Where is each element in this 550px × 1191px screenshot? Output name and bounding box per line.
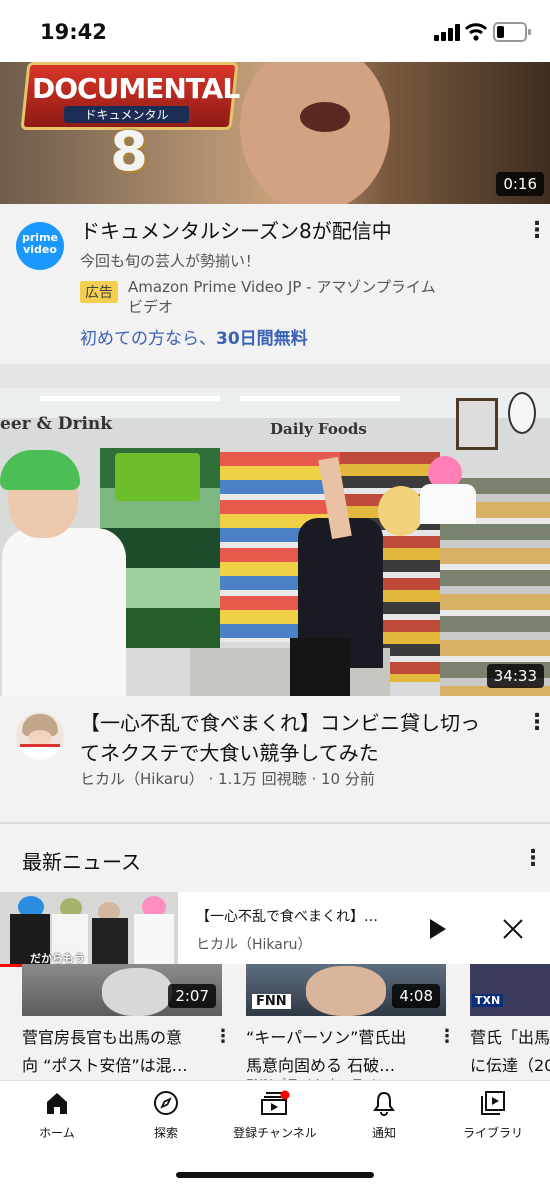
news-title-3-line1[interactable]: 菅氏「出馬	[470, 1024, 550, 1048]
mini-player[interactable]: だからもう 【一心不乱で食べまくれ】… ヒカル（Hikaru）	[0, 892, 550, 964]
battery-icon	[493, 22, 531, 42]
mini-player-channel: ヒカル（Hikaru）	[196, 937, 312, 953]
ad-more-icon[interactable]: ⋮	[526, 218, 548, 243]
bell-icon	[373, 1091, 395, 1116]
nav-home[interactable]: ホーム	[12, 1090, 102, 1141]
close-icon[interactable]	[502, 918, 524, 940]
documental-logo: DOCUMENTAL ドキュメンタル 8	[20, 62, 240, 183]
video-stats: · 1.1万 回視聴 · 10 分前	[203, 770, 375, 788]
channel-avatar[interactable]	[16, 712, 64, 760]
ad-title[interactable]: ドキュメンタルシーズン8が配信中	[80, 216, 392, 246]
status-time: 19:42	[40, 20, 107, 44]
ad-info[interactable]: prime video ドキュメンタルシーズン8が配信中 ⋮ 今回も旬の芸人が勢…	[0, 204, 550, 364]
home-indicator[interactable]	[176, 1172, 374, 1178]
mini-player-title[interactable]: 【一心不乱で食べまくれ】…	[196, 906, 378, 926]
ad-cta-link[interactable]: 初めての方なら、30日間無料	[80, 324, 308, 349]
nav-explore-label: 探索	[153, 1126, 178, 1140]
news-title-1-line2[interactable]: 向 “ポスト安倍”は混…	[22, 1052, 188, 1076]
news-duration-1: 2:07	[168, 984, 216, 1008]
video-thumbnail[interactable]: eer & Drink Daily Foods 34:33	[0, 388, 550, 696]
news-heading: 最新ニュース	[22, 850, 141, 874]
news-more-icon[interactable]: ⋮	[522, 846, 544, 871]
news-thumbnail-2[interactable]: FNN 4:08	[246, 964, 446, 1016]
video-info[interactable]: 【一心不乱で食べまくれ】コンビニ貸し切っ てネクステで大食い競争してみた ⋮ ヒ…	[0, 696, 550, 822]
video-channel-name[interactable]: ヒカル（Hikaru）	[80, 770, 204, 788]
compass-icon	[154, 1091, 178, 1115]
home-icon	[47, 1093, 67, 1114]
subscriptions-icon	[261, 1090, 290, 1115]
advertiser-name-line1: Amazon Prime Video JP - アマゾンプライム	[128, 278, 436, 296]
video-meta: ヒカル（Hikaru） · 1.1万 回視聴 · 10 分前	[80, 768, 375, 789]
status-bar: 19:42	[0, 0, 550, 62]
news-title-3-line2[interactable]: に伝達（20	[470, 1052, 550, 1076]
sign-daily-foods: Daily Foods	[270, 420, 367, 438]
nav-subscriptions-label: 登録チャンネル	[233, 1126, 317, 1140]
advertiser-name-line2: ビデオ	[128, 298, 174, 316]
video-title-line1[interactable]: 【一心不乱で食べまくれ】コンビニ貸し切っ	[80, 708, 480, 738]
txn-logo: TXN	[472, 994, 504, 1007]
nav-subscriptions[interactable]: 登録チャンネル	[230, 1090, 320, 1141]
news-thumbnail-3[interactable]: TXN	[470, 964, 550, 1016]
signal-icon	[434, 24, 460, 41]
news-title-1-line1[interactable]: 菅官房長官も出馬の意	[22, 1024, 182, 1048]
video-title-line2[interactable]: てネクステで大食い競争してみた	[80, 738, 379, 768]
library-icon	[481, 1091, 505, 1115]
prime-video-avatar[interactable]: prime video	[16, 222, 64, 270]
mini-player-progress	[0, 964, 22, 967]
news-title-2-line1[interactable]: “キーパーソン”菅氏出	[246, 1024, 406, 1048]
video-duration: 34:33	[486, 664, 544, 688]
news-1-more-icon[interactable]: ⋮	[214, 1026, 232, 1047]
video-more-icon[interactable]: ⋮	[526, 710, 548, 735]
nav-notifications-label: 通知	[371, 1126, 396, 1140]
news-thumbnail-1[interactable]: 2:07	[22, 964, 222, 1016]
sign-beer-drink: eer & Drink	[0, 414, 113, 434]
ad-description: 今回も旬の芸人が勢揃い！	[80, 252, 261, 270]
nav-home-label: ホーム	[39, 1126, 75, 1140]
play-icon[interactable]	[428, 918, 448, 940]
ad-duration: 0:16	[496, 172, 544, 196]
news-title-2-line2[interactable]: 馬意向固める 石破…	[246, 1052, 395, 1076]
nav-notifications[interactable]: 通知	[339, 1090, 429, 1141]
fnn-logo: FNN	[252, 994, 291, 1009]
nav-library[interactable]: ライブラリ	[448, 1090, 538, 1141]
ad-thumbnail[interactable]: DOCUMENTAL ドキュメンタル 8 0:16	[0, 62, 550, 204]
news-duration-2: 4:08	[392, 984, 440, 1008]
nav-library-label: ライブラリ	[462, 1126, 523, 1140]
wifi-icon	[464, 23, 488, 41]
ad-badge: 広告	[80, 281, 118, 303]
mini-player-caption: だからもう	[30, 952, 85, 964]
nav-explore[interactable]: 探索	[121, 1090, 211, 1141]
news-2-more-icon[interactable]: ⋮	[438, 1026, 456, 1047]
mini-player-thumbnail[interactable]: だからもう	[0, 892, 178, 964]
